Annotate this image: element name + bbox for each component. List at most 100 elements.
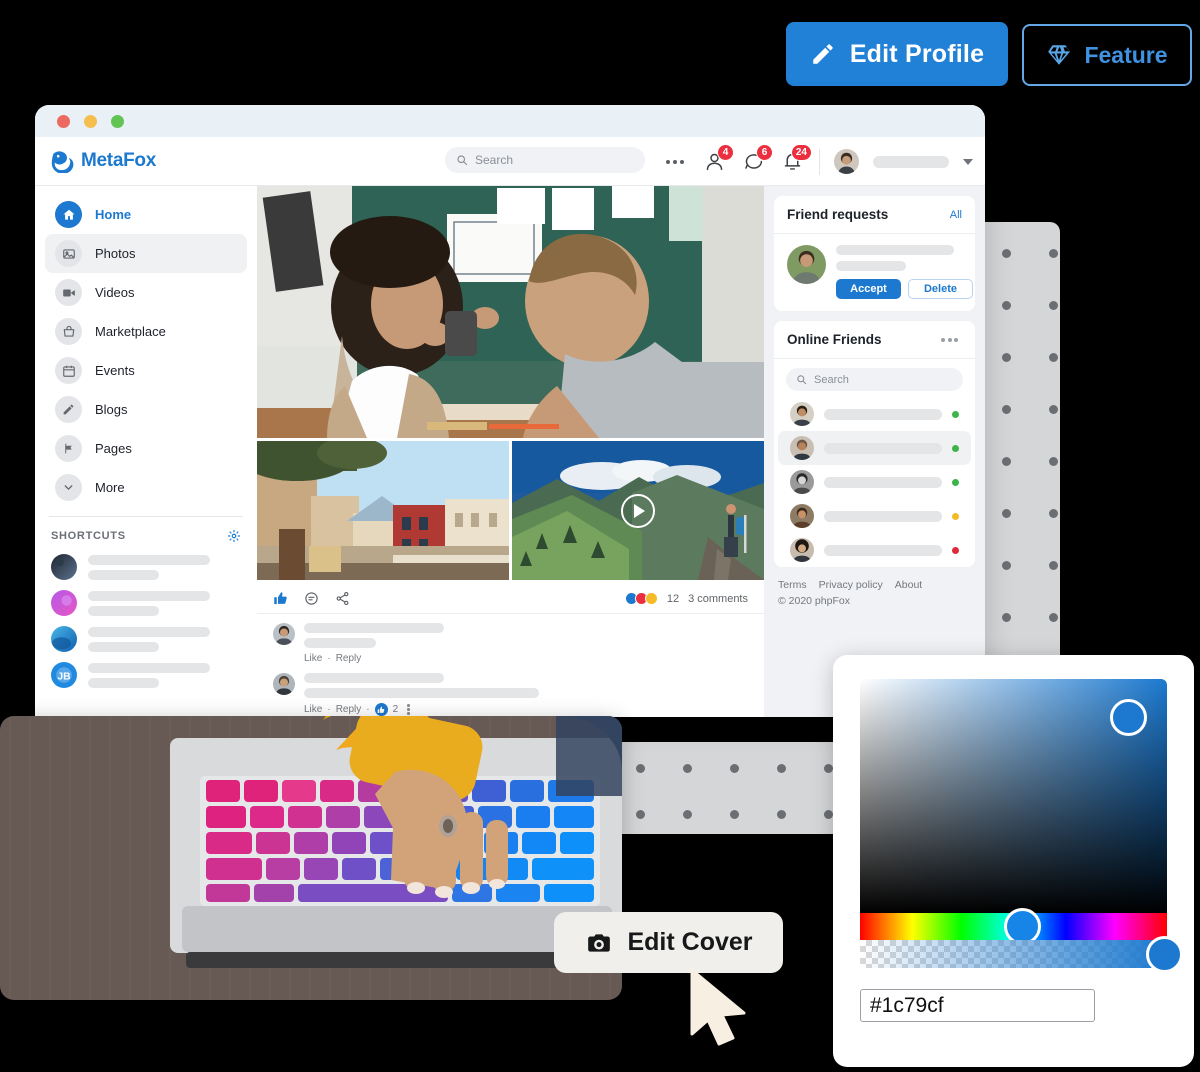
search-icon [797, 375, 807, 385]
post-thumbnail-left[interactable] [257, 441, 509, 580]
avatar[interactable] [834, 149, 859, 174]
decorative-dot-panel-bottom [620, 742, 835, 834]
feature-label: Feature [1084, 41, 1168, 68]
online-friend-row[interactable] [778, 499, 971, 533]
right-sidebar: Friend requests All Accept Delete Online… [764, 186, 985, 717]
comments-count[interactable]: 3 comments [688, 593, 748, 605]
app-header: MetaFox Search 4 6 24 [35, 137, 985, 186]
comment-like-label[interactable]: Like [304, 653, 322, 664]
online-friend-row[interactable] [778, 431, 971, 465]
friend-request-avatar[interactable] [787, 245, 826, 284]
online-friend-avatar [790, 436, 814, 460]
calendar-icon [55, 357, 82, 384]
edit-cover-button[interactable]: Edit Cover [554, 912, 783, 973]
like-icon[interactable] [273, 591, 288, 606]
pencil-icon [55, 396, 82, 423]
shortcut-avatar: JB [51, 662, 77, 688]
accept-button[interactable]: Accept [836, 279, 901, 299]
brand-logo[interactable]: MetaFox [35, 149, 257, 173]
window-titlebar [35, 105, 985, 137]
avatar-image [834, 149, 859, 174]
comment-avatar[interactable] [273, 623, 295, 645]
notifications-icon-button[interactable]: 24 [780, 144, 812, 174]
friend-requests-badge: 4 [717, 144, 734, 161]
decorative-dot [1049, 301, 1058, 310]
footer-link-privacy[interactable]: Privacy policy [819, 579, 883, 591]
footer-link-about[interactable]: About [895, 579, 922, 591]
comment-avatar[interactable] [273, 673, 295, 695]
copyright-text: © 2020 phpFox [778, 595, 850, 607]
shortcut-item[interactable] [45, 585, 247, 621]
card-divider [774, 358, 975, 359]
shortcut-item[interactable] [45, 621, 247, 657]
chevron-down-icon[interactable] [963, 158, 973, 165]
sidebar-item-blogs[interactable]: Blogs [45, 390, 247, 429]
friend-requests-all-link[interactable]: All [950, 209, 962, 221]
sidebar-item-photos[interactable]: Photos [45, 234, 247, 273]
sidebar-item-pages-label: Pages [95, 441, 132, 456]
window-minimize-button[interactable] [84, 114, 97, 128]
decorative-dot [730, 810, 739, 819]
sidebar-item-marketplace[interactable]: Marketplace [45, 312, 247, 351]
online-friend-row[interactable] [778, 397, 971, 431]
delete-button[interactable]: Delete [908, 279, 973, 299]
cover-photo-image [0, 716, 622, 1000]
sidebar-item-events[interactable]: Events [45, 351, 247, 390]
status-badge [952, 444, 959, 452]
shortcut-item[interactable]: JB [45, 657, 247, 693]
feature-button[interactable]: Feature [1022, 24, 1192, 86]
status-badge [952, 546, 959, 554]
edit-profile-button[interactable]: Edit Profile [786, 22, 1008, 86]
friend-request-buttons: Accept Delete [836, 279, 973, 299]
comment-options-icon[interactable] [407, 704, 410, 715]
alpha-slider[interactable] [860, 936, 1183, 973]
messages-icon-button[interactable]: 6 [741, 144, 773, 174]
decorative-dot [777, 764, 786, 773]
saturation-value-area[interactable] [860, 679, 1167, 913]
decorative-dot [1049, 613, 1058, 622]
edit-cover-label: Edit Cover [627, 928, 753, 956]
decorative-dot [824, 764, 833, 773]
post-action-bar: 12 3 comments [257, 584, 764, 614]
hex-color-input[interactable] [860, 989, 1095, 1022]
status-badge [952, 478, 959, 486]
share-icon[interactable] [335, 591, 350, 606]
sidebar-item-pages[interactable]: Pages [45, 429, 247, 468]
decorative-dot [1002, 353, 1011, 362]
decorative-dot [1049, 509, 1058, 518]
comment-reply-label[interactable]: Reply [336, 653, 362, 664]
hue-slider[interactable] [860, 908, 1167, 945]
saturation-value-handle[interactable] [1110, 699, 1147, 736]
friend-requests-icon-button[interactable]: 4 [702, 144, 734, 174]
online-friends-more-button[interactable] [941, 337, 958, 342]
post-thumbnail-right[interactable] [512, 441, 764, 580]
online-friend-avatar [790, 504, 814, 528]
decorative-dot [777, 810, 786, 819]
header-more-button[interactable] [666, 159, 684, 164]
play-icon[interactable] [621, 493, 655, 528]
window-close-button[interactable] [57, 114, 70, 128]
online-friend-row[interactable] [778, 533, 971, 567]
search-input[interactable]: Search [445, 147, 645, 173]
window-maximize-button[interactable] [111, 114, 124, 128]
gear-icon[interactable] [227, 529, 241, 543]
decorative-dot [1002, 509, 1011, 518]
post-hero-image[interactable] [257, 186, 764, 438]
comment-icon[interactable] [304, 591, 319, 606]
decorative-dot [1049, 457, 1058, 466]
decorative-dot [1002, 561, 1011, 570]
sidebar-item-more[interactable]: More [45, 468, 247, 507]
video-icon [55, 279, 82, 306]
footer-link-terms[interactable]: Terms [778, 579, 807, 591]
chevron-down-icon [55, 474, 82, 501]
shortcut-item[interactable] [45, 549, 247, 585]
cover-photo[interactable] [0, 716, 622, 1000]
comment-like-label[interactable]: Like [304, 704, 322, 715]
friend-requests-header: Friend requests All [774, 196, 975, 233]
alpha-handle[interactable] [1146, 936, 1183, 973]
sidebar-item-home[interactable]: Home [45, 195, 247, 234]
sidebar-item-videos[interactable]: Videos [45, 273, 247, 312]
online-friends-search-input[interactable]: Search [786, 368, 963, 391]
online-friend-row[interactable] [778, 465, 971, 499]
comment-reply-label[interactable]: Reply [336, 704, 362, 715]
